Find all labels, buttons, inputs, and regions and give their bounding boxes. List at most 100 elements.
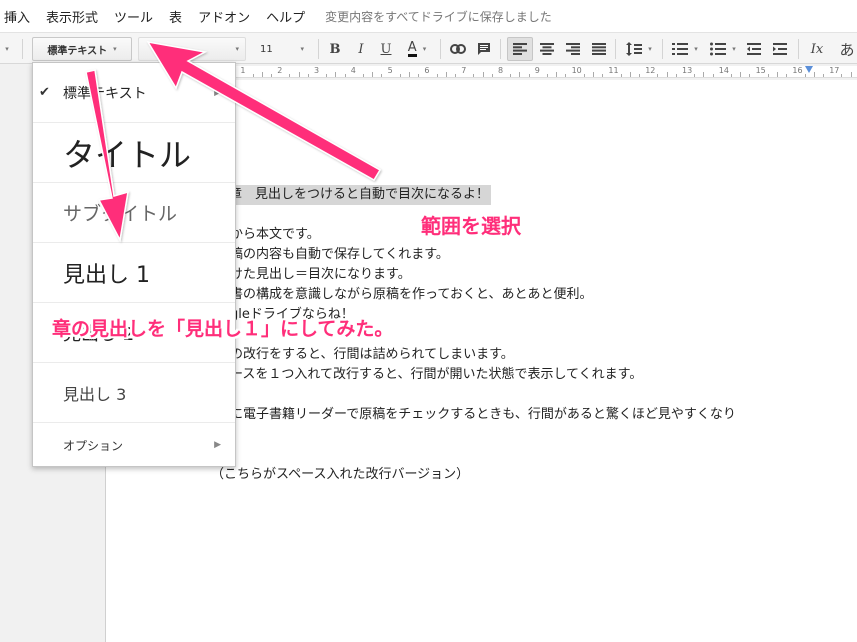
menu-addons[interactable]: アドオン bbox=[190, 7, 258, 26]
font-size-select[interactable]: 11 ▾ bbox=[252, 37, 312, 61]
ruler-tick bbox=[694, 74, 696, 77]
style-option-heading-3[interactable]: 見出し 3 bbox=[33, 363, 235, 423]
style-option-subtitle[interactable]: サブタイトル bbox=[33, 183, 235, 243]
toolbar: ▾ 標準テキスト ▾ ▾ 11 ▾ B I U A ▾ ▾ ▾ ▾ Ix あ bbox=[0, 32, 857, 64]
ruler-tick bbox=[298, 72, 300, 77]
ruler-tick bbox=[675, 74, 677, 77]
ruler-tick bbox=[740, 72, 742, 77]
ruler-number: 12 bbox=[645, 66, 656, 75]
ruler-number: 8 bbox=[498, 66, 504, 75]
ruler-number: 1 bbox=[240, 66, 246, 75]
chevron-down-icon: ▾ bbox=[422, 45, 427, 53]
text-color-button[interactable]: A ▾ bbox=[400, 37, 434, 61]
numbered-list-button[interactable]: ▾ bbox=[668, 37, 702, 61]
doc-line[interactable]: 書の構成を意識しながら原稿を作っておくと、あとあと便利。 bbox=[230, 285, 592, 305]
ruler-number: 13 bbox=[682, 66, 693, 75]
ruler-tick bbox=[381, 74, 383, 77]
ruler-tick bbox=[455, 74, 456, 77]
doc-line[interactable]: （こちらがスペース入れた改行バージョン） bbox=[211, 465, 469, 485]
submenu-arrow-icon: ▶ bbox=[214, 87, 221, 98]
comment-button[interactable] bbox=[474, 37, 494, 61]
ruler-number: 2 bbox=[277, 66, 283, 75]
menu-help[interactable]: ヘルプ bbox=[258, 7, 313, 26]
style-option-label: タイトル bbox=[63, 135, 192, 174]
increase-indent-icon bbox=[773, 43, 787, 55]
italic-button[interactable]: I bbox=[352, 37, 370, 61]
chevron-down-icon: ▾ bbox=[694, 45, 698, 53]
ruler-tick bbox=[307, 74, 309, 77]
ruler-tick bbox=[363, 74, 364, 77]
menu-table[interactable]: 表 bbox=[161, 7, 190, 26]
font-size-value: 11 bbox=[260, 43, 273, 55]
style-option-heading-2[interactable]: 見出し 2 bbox=[33, 303, 235, 363]
decrease-indent-button[interactable] bbox=[744, 37, 764, 61]
ruler-tick bbox=[418, 74, 420, 77]
toolbar-separator bbox=[318, 39, 319, 59]
ruler-tick bbox=[482, 72, 484, 77]
style-option-title[interactable]: タイトル bbox=[33, 123, 235, 183]
ruler-tick bbox=[804, 74, 806, 77]
align-center-button[interactable] bbox=[537, 37, 557, 61]
doc-line[interactable]: 稿の内容も自動で保存してくれます。 bbox=[230, 245, 449, 265]
ruler-number: 9 bbox=[534, 66, 540, 75]
style-select[interactable]: 標準テキスト ▾ bbox=[32, 37, 132, 61]
align-right-button[interactable] bbox=[563, 37, 583, 61]
ruler-tick bbox=[629, 72, 631, 77]
menu-bar: 挿入 表示形式 ツール 表 アドオン ヘルプ 変更内容をすべてドライブに保存しま… bbox=[0, 0, 857, 32]
ruler-tick bbox=[666, 72, 668, 77]
chevron-down-icon: ▾ bbox=[300, 45, 304, 53]
right-indent-marker[interactable] bbox=[805, 66, 813, 73]
doc-line[interactable]: に電子書籍リーダーで原稿をチェックするときも、行間があると驚くほど見やすくなり bbox=[230, 405, 736, 425]
menu-tools[interactable]: ツール bbox=[106, 7, 161, 26]
selected-heading[interactable]: 章 見出しをつけると自動で目次になるよ！ bbox=[227, 185, 492, 205]
input-tools-button[interactable]: あ bbox=[838, 37, 856, 61]
ruler-tick bbox=[556, 72, 558, 77]
style-option-heading-1[interactable]: 見出し 1 bbox=[33, 243, 235, 303]
text-color-icon: A bbox=[407, 40, 417, 57]
doc-line[interactable]: gleドライブならね！ bbox=[230, 305, 354, 325]
ruler-tick bbox=[777, 72, 778, 77]
ruler-tick bbox=[850, 72, 852, 77]
ruler-number: 6 bbox=[424, 66, 430, 75]
underline-button[interactable]: U bbox=[377, 37, 395, 61]
ruler-tick bbox=[399, 74, 401, 77]
ruler-tick bbox=[749, 74, 751, 77]
menu-format[interactable]: 表示形式 bbox=[38, 7, 106, 26]
ruler-tick bbox=[436, 74, 438, 77]
ruler-tick bbox=[786, 74, 788, 77]
toolbar-separator bbox=[798, 39, 799, 59]
toolbar-separator bbox=[22, 39, 23, 59]
ruler-number: 14 bbox=[718, 66, 729, 75]
ruler-tick bbox=[289, 74, 291, 77]
menu-insert[interactable]: 挿入 bbox=[0, 7, 38, 26]
ruler-number: 15 bbox=[755, 66, 766, 75]
chevron-down-icon: ▾ bbox=[648, 45, 652, 53]
ruler-tick bbox=[326, 74, 328, 77]
link-button[interactable] bbox=[448, 37, 468, 61]
font-select[interactable]: ▾ bbox=[138, 37, 246, 61]
align-left-icon bbox=[513, 43, 527, 55]
bold-button[interactable]: B bbox=[326, 37, 344, 61]
previous-dropdown-caret[interactable]: ▾ bbox=[2, 37, 12, 61]
bulleted-list-button[interactable]: ▾ bbox=[706, 37, 740, 61]
save-status: 変更内容をすべてドライブに保存しました bbox=[325, 9, 552, 24]
ruler-tick bbox=[491, 74, 493, 77]
style-option-normal-text[interactable]: ✔ 標準テキスト ▶ bbox=[33, 63, 235, 123]
ruler-number: 3 bbox=[314, 66, 320, 75]
align-justify-button[interactable] bbox=[589, 37, 609, 61]
ruler-tick bbox=[583, 74, 585, 77]
style-option-options[interactable]: オプション ▶ bbox=[33, 423, 235, 467]
increase-indent-button[interactable] bbox=[770, 37, 790, 61]
doc-line[interactable]: ースを１つ入れて改行すると、行間が開いた状態で表示してくれます。 bbox=[230, 365, 642, 385]
ruler-tick bbox=[657, 74, 659, 77]
doc-line[interactable]: の改行をすると、行間は詰められてしまいます。 bbox=[230, 345, 514, 365]
chevron-down-icon: ▾ bbox=[235, 45, 239, 53]
doc-line[interactable]: から本文です。 bbox=[230, 225, 320, 245]
ruler-tick bbox=[519, 72, 521, 77]
line-spacing-button[interactable]: ▾ bbox=[622, 37, 656, 61]
align-justify-icon bbox=[592, 43, 606, 55]
numbered-list-icon bbox=[672, 43, 689, 55]
align-left-button[interactable] bbox=[507, 37, 533, 61]
clear-formatting-button[interactable]: Ix bbox=[806, 37, 828, 61]
doc-line[interactable]: けた見出し＝目次になります。 bbox=[230, 265, 411, 285]
